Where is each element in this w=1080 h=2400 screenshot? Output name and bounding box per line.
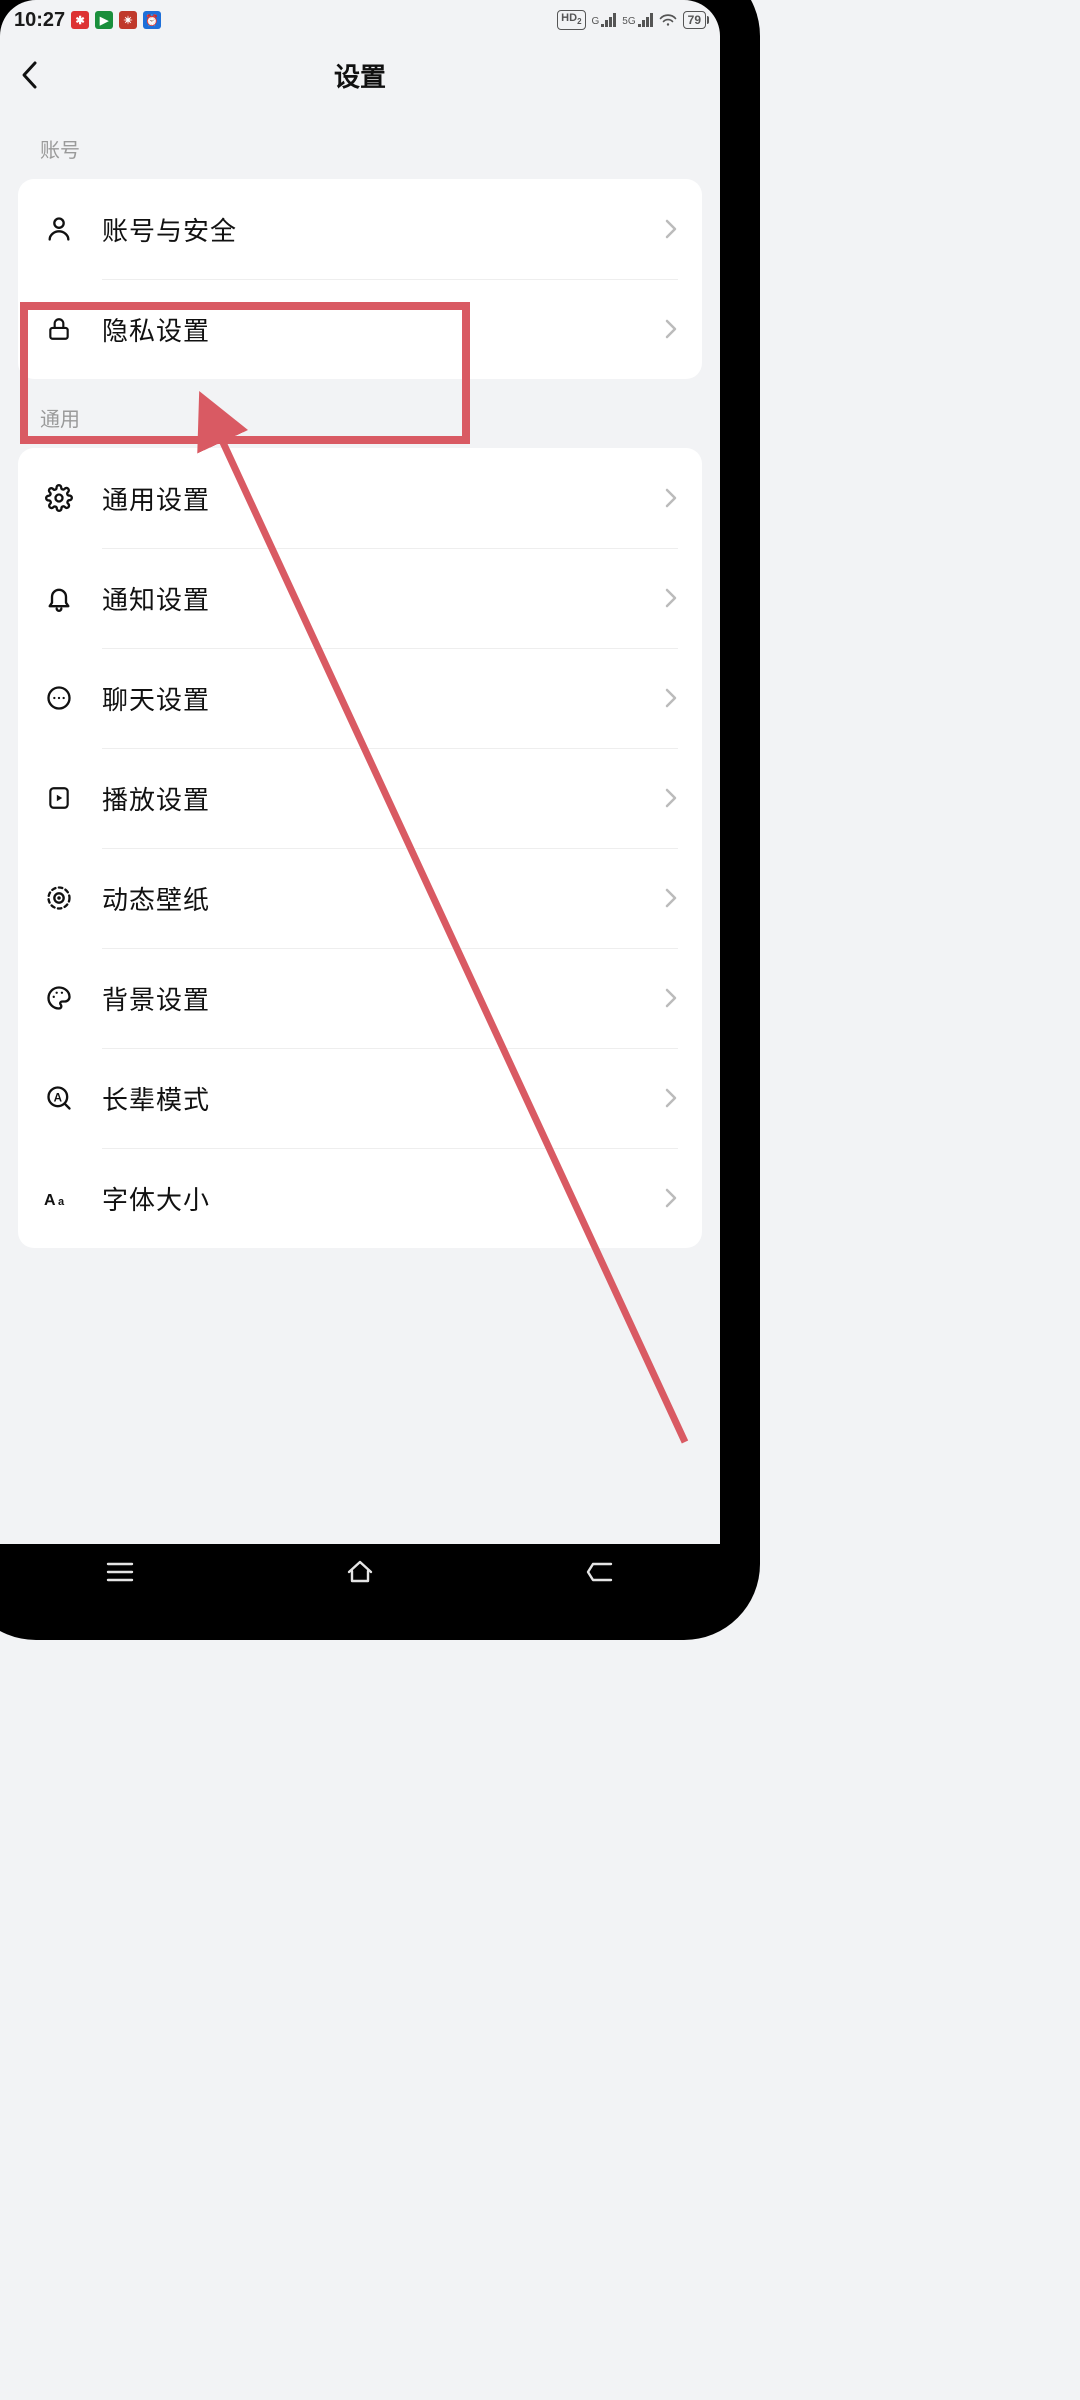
lock-icon	[42, 315, 76, 343]
font-size-icon: Aa	[42, 1186, 76, 1210]
section-header-general: 通用	[0, 379, 720, 448]
item-notification-settings[interactable]: 通知设置	[18, 548, 702, 648]
back-button[interactable]	[0, 40, 60, 110]
battery-indicator: 79	[683, 11, 706, 29]
chevron-right-icon	[664, 787, 678, 809]
target-icon	[42, 884, 76, 912]
app-tray-icon: ✴	[119, 11, 137, 29]
nav-recent-button[interactable]	[80, 1552, 160, 1592]
item-label: 聊天设置	[102, 680, 210, 717]
carrier-icon: ✱	[71, 11, 89, 29]
item-label: 通用设置	[102, 480, 210, 517]
signal-1: G	[592, 13, 617, 27]
chevron-right-icon	[664, 1187, 678, 1209]
item-privacy-settings[interactable]: 隐私设置	[18, 279, 702, 379]
person-icon	[42, 215, 76, 243]
item-label: 通知设置	[102, 580, 210, 617]
chevron-right-icon	[664, 587, 678, 609]
bell-icon	[42, 584, 76, 612]
item-label: 长辈模式	[102, 1080, 210, 1117]
wifi-icon	[659, 13, 677, 27]
alarm-icon: ⏰	[143, 11, 161, 29]
chevron-right-icon	[664, 218, 678, 240]
svg-text:a: a	[58, 1196, 65, 1208]
nav-back-button[interactable]	[560, 1552, 640, 1592]
system-nav-bar	[0, 1544, 720, 1600]
app-header: 设置	[0, 40, 720, 110]
status-left: 10:27 ✱ ▶ ✴ ⏰	[14, 9, 161, 32]
status-bar: 10:27 ✱ ▶ ✴ ⏰ HD2 G 5G 79	[0, 0, 720, 40]
signal-2: 5G	[622, 13, 652, 27]
nav-home-button[interactable]	[320, 1552, 400, 1592]
video-app-icon: ▶	[95, 11, 113, 29]
chat-icon	[42, 684, 76, 712]
chevron-right-icon	[664, 887, 678, 909]
status-time: 10:27	[14, 9, 65, 32]
item-label: 动态壁纸	[102, 880, 210, 917]
svg-text:A: A	[44, 1192, 56, 1209]
item-label: 字体大小	[102, 1180, 210, 1217]
chevron-right-icon	[664, 318, 678, 340]
item-label: 背景设置	[102, 980, 210, 1017]
item-background-settings[interactable]: 背景设置	[18, 948, 702, 1048]
chevron-right-icon	[664, 487, 678, 509]
item-label: 账号与安全	[102, 211, 237, 248]
item-label: 播放设置	[102, 780, 210, 817]
chevron-right-icon	[664, 687, 678, 709]
item-label: 隐私设置	[102, 311, 210, 348]
item-font-size[interactable]: Aa 字体大小	[18, 1148, 702, 1248]
section-header-account: 账号	[0, 110, 720, 179]
item-general-settings[interactable]: 通用设置	[18, 448, 702, 548]
status-right: HD2 G 5G 79	[557, 10, 706, 30]
item-live-wallpaper[interactable]: 动态壁纸	[18, 848, 702, 948]
item-elder-mode[interactable]: A 长辈模式	[18, 1048, 702, 1148]
item-account-security[interactable]: 账号与安全	[18, 179, 702, 279]
chevron-left-icon	[20, 60, 40, 90]
palette-icon	[42, 984, 76, 1012]
play-icon	[42, 784, 76, 812]
card-general: 通用设置 通知设置 聊天设置 播放设置	[18, 448, 702, 1248]
page-title: 设置	[0, 57, 720, 94]
item-chat-settings[interactable]: 聊天设置	[18, 648, 702, 748]
svg-text:A: A	[54, 1092, 63, 1105]
gear-icon	[42, 484, 76, 512]
magnify-a-icon: A	[42, 1084, 76, 1112]
item-playback-settings[interactable]: 播放设置	[18, 748, 702, 848]
chevron-right-icon	[664, 1087, 678, 1109]
hd-badge: HD2	[557, 10, 585, 30]
card-account: 账号与安全 隐私设置	[18, 179, 702, 379]
chevron-right-icon	[664, 987, 678, 1009]
